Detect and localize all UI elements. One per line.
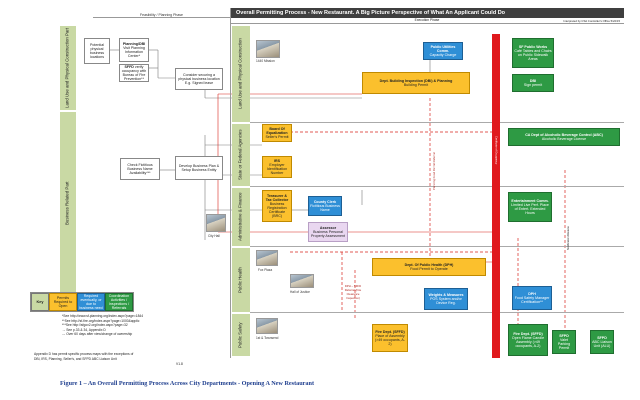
fictitious-name-box: Check Fictitious Business Name Availabil… — [120, 158, 160, 180]
abc-box: CA Dept of Alcoholic Beverage Control (A… — [508, 128, 620, 146]
photo-caption: 1st & Townsend — [256, 336, 279, 340]
photo-1440-mission — [256, 40, 280, 58]
version-label: V1.8 — [176, 362, 183, 366]
potential-locations-box: Potential physical business locations — [84, 38, 110, 64]
photo-1st-townsend — [256, 318, 278, 334]
fire-dept-box: Fire Dept. (SFFD) Place of Assembly (>49… — [372, 324, 408, 352]
fire-extra-box: Fire Dept. (SFFD) Open Flame Candle Asse… — [508, 324, 548, 356]
row-business: Business Related Part — [60, 112, 76, 294]
final-bar — [492, 34, 500, 358]
legend-key: Key — [31, 293, 49, 311]
legend-required: Permits Required to Open — [49, 293, 77, 311]
row-public-health: Public Health — [232, 248, 250, 312]
sfpd-valet-box: SFPD Valet Parking Permit — [552, 330, 576, 354]
dph-food-safety-box: DPH Food Safety Manager Certification** — [512, 286, 552, 310]
dbi-sign-box: DBI Sign permit — [512, 74, 554, 92]
photo-caption: City Hall — [208, 234, 220, 238]
treasurer-box: Treasurer & Tax Collector Business Regis… — [262, 190, 292, 222]
planning-referral-label: Planning Food Permit Referral — [432, 152, 436, 190]
execution-label: Execution Phase — [414, 18, 440, 22]
row-land-use-sub: Land Use and Physical Construction — [232, 26, 250, 122]
row-state-federal: State or Federal Agencies — [232, 124, 250, 186]
row-divider — [250, 312, 624, 313]
public-utilities-box: Public Utilities Comm. Capacity Charge — [423, 42, 463, 60]
assessor-box: Assessor Business Personal Property Asse… — [308, 222, 348, 242]
weights-measures-box: Weights & Measures POS System and/or Dev… — [424, 288, 468, 310]
planning-dbi-box: Planning/DBI Visit Planning Information … — [119, 38, 149, 62]
photo-caption: Hall of Justice — [290, 290, 310, 294]
notification-label: Notification/Review — [566, 226, 570, 250]
photo-city-hall — [206, 214, 226, 232]
phase-divider — [230, 8, 231, 358]
dph-box: Dept. Of Public Health (DPH) Food Permit… — [372, 258, 486, 276]
photo-caption: 1440 Mission — [256, 59, 275, 63]
feasibility-label: Feasibility / Planning Phase — [140, 12, 183, 17]
legend-eventual: Required eventually, or due to business … — [77, 293, 105, 311]
county-clerk-box: County Clerk Fictitious Business Name — [308, 196, 342, 216]
sffd-verify-box: SFFD verify occupancy with Bureau of Fir… — [119, 64, 149, 82]
entertainment-box: Entertainment Comm. Limited Live Perf. P… — [508, 192, 552, 222]
board-of-equalization-box: Board Of Equalization Seller's Permit — [262, 124, 292, 142]
row-divider — [250, 122, 624, 123]
final-bar-label: Certificate of Occupancy — [494, 135, 498, 165]
develop-plan-box: Develop Business Plan & Setup Business E… — [175, 156, 223, 180]
row-admin-finance: Administrative & Finance — [232, 188, 250, 246]
sfpd-abc-box: SFPD ABC Liaison Unit (ALU) — [590, 330, 614, 354]
figure-caption: Figure 1 – An Overall Permitting Process… — [60, 380, 315, 387]
legend-coordination: Coordination Activities / Inspections / … — [105, 293, 133, 311]
legend: Key Permits Required to Open Required ev… — [30, 292, 134, 312]
row-public-safety: Public Safety — [232, 314, 250, 356]
row-land-use: Land Use and Physical Construction Part — [60, 26, 76, 110]
irs-box: IRS Employer Identification Number — [262, 156, 292, 178]
consider-location-box: Consider securing a physical business lo… — [175, 68, 223, 90]
photo-fox-plaza — [256, 250, 278, 266]
photo-caption: Fox Plaza — [258, 268, 273, 272]
footnotes: *See http://www.sf-planning.org/index.as… — [62, 314, 227, 337]
feasibility-phase-header: Feasibility / Planning Phase — [93, 12, 230, 18]
public-works-box: SF Public Works Café Tables and Chairs o… — [512, 38, 554, 68]
dbi-planning-box: Dept. Building Inspection (DBI) & Planni… — [362, 72, 470, 94]
footnote: ↔ Over 60 days after view/change of owne… — [62, 332, 133, 337]
page-title: Overall Permitting Process - New Restaur… — [236, 10, 506, 16]
photo-hall-of-justice — [290, 274, 314, 288]
dph-sffd-referral: DPH – SFFD Referral (Fire Clearance Insp… — [344, 284, 362, 300]
appendix-line: DBI, IRS, Planning, Seller's, and SFPD A… — [34, 356, 117, 361]
title-bar: Overall Permitting Process - New Restaur… — [230, 8, 624, 18]
credit: Interpreted by CSA Controller's Office 5… — [563, 19, 620, 23]
appendix-note: Appendix D has permit specific process m… — [34, 352, 194, 361]
